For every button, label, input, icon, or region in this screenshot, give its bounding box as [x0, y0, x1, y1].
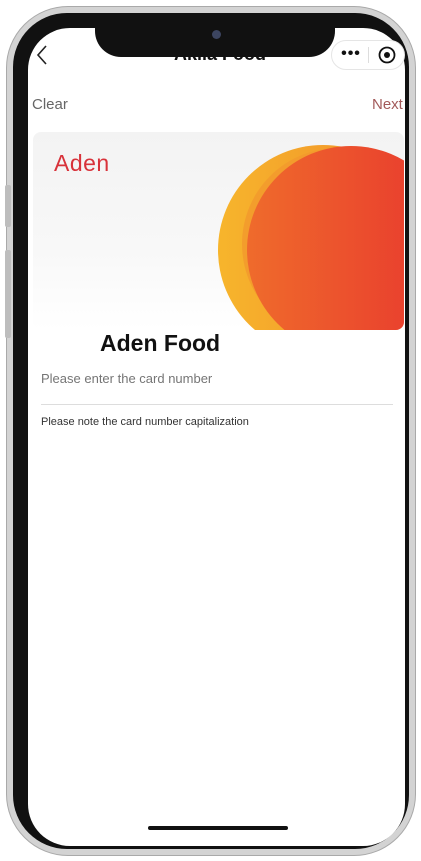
- volume-down-button: [5, 250, 11, 338]
- capitalization-hint: Please note the card number capitalizati…: [41, 416, 249, 428]
- clear-button[interactable]: Clear: [32, 96, 68, 113]
- volume-up-button: [5, 185, 11, 227]
- input-underline: [41, 404, 393, 405]
- banner-title: Aden Food: [100, 326, 240, 360]
- aden-logo: Aden: [54, 150, 110, 176]
- home-indicator: [148, 826, 288, 830]
- target-circle-icon[interactable]: [378, 46, 396, 64]
- capsule-divider: [368, 47, 369, 63]
- chevron-left-icon[interactable]: [36, 44, 48, 66]
- more-dots-icon[interactable]: •••: [338, 46, 364, 64]
- next-button[interactable]: Next: [372, 96, 403, 113]
- camera-icon: [212, 30, 221, 39]
